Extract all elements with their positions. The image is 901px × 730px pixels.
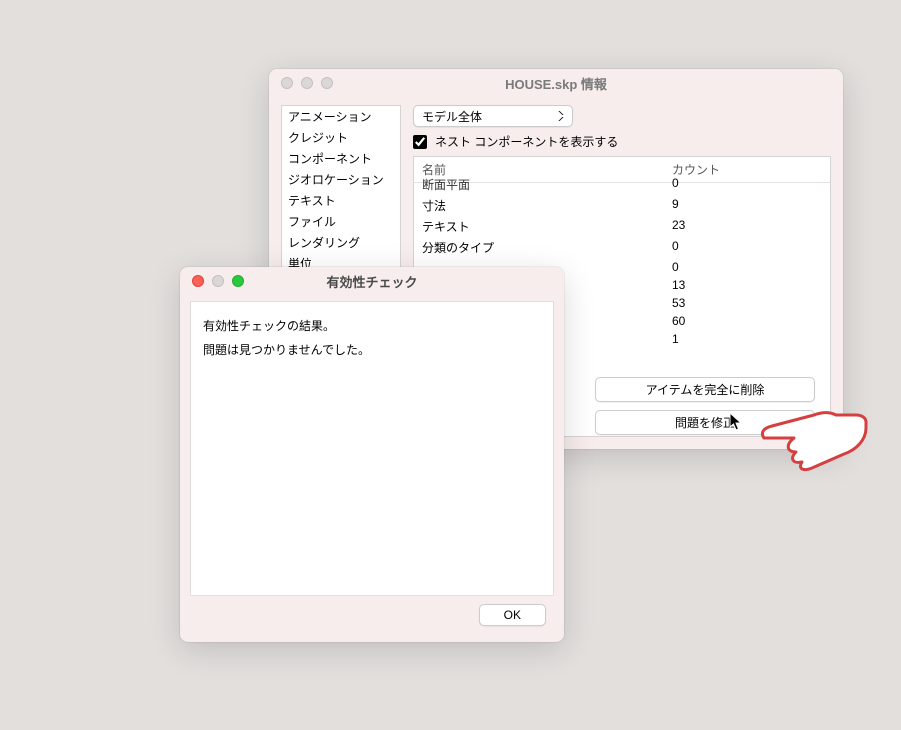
nested-components-label: ネスト コンポーネントを表示する — [435, 133, 618, 150]
sidebar-item-rendering[interactable]: レンダリング — [282, 232, 400, 253]
minimize-icon[interactable] — [212, 275, 224, 287]
table-row[interactable]: テキスト23 — [414, 216, 830, 237]
sidebar-item-geolocation[interactable]: ジオロケーション — [282, 169, 400, 190]
window-title: HOUSE.skp 情報 — [281, 74, 831, 93]
sidebar-item-credits[interactable]: クレジット — [282, 127, 400, 148]
dialog-line1: 有効性チェックの結果。 — [203, 314, 541, 338]
scope-select[interactable]: モデル全体 — [413, 105, 573, 127]
sidebar-item-text[interactable]: テキスト — [282, 190, 400, 211]
dialog-line2: 問題は見つかりませんでした。 — [203, 338, 541, 362]
ok-button[interactable]: OK — [479, 604, 546, 626]
validity-check-dialog: 有効性チェック 有効性チェックの結果。 問題は見つかりませんでした。 OK — [180, 267, 564, 642]
scope-select-value: モデル全体 — [422, 108, 482, 125]
minimize-icon[interactable] — [301, 77, 313, 89]
maximize-icon[interactable] — [321, 77, 333, 89]
maximize-icon[interactable] — [232, 275, 244, 287]
dialog-body: 有効性チェックの結果。 問題は見つかりませんでした。 — [190, 301, 554, 596]
mouse-cursor-icon — [729, 412, 745, 432]
table-row[interactable]: 分類のタイプ0 — [414, 237, 830, 258]
dialog-title: 有効性チェック — [192, 272, 552, 291]
table-row[interactable]: 断面平面0 — [414, 174, 830, 195]
pointing-hand-icon — [756, 398, 876, 481]
sidebar-item-file[interactable]: ファイル — [282, 211, 400, 232]
nested-components-checkbox[interactable] — [413, 135, 427, 149]
sidebar-item-animation[interactable]: アニメーション — [282, 106, 400, 127]
sidebar-item-components[interactable]: コンポーネント — [282, 148, 400, 169]
close-icon[interactable] — [192, 275, 204, 287]
titlebar-main[interactable]: HOUSE.skp 情報 — [269, 69, 843, 97]
close-icon[interactable] — [281, 77, 293, 89]
titlebar-dialog[interactable]: 有効性チェック — [180, 267, 564, 295]
table-row[interactable]: 寸法9 — [414, 195, 830, 216]
